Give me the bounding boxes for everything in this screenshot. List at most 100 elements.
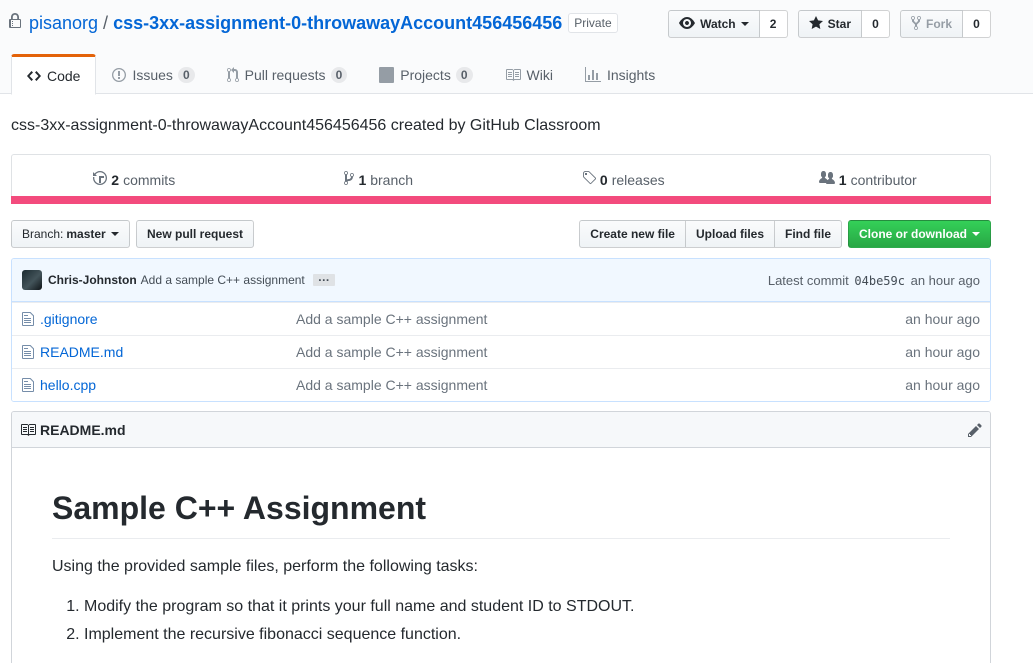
file-commit-message-link[interactable]: Add a sample C++ assignment	[296, 377, 487, 393]
commit-author-link[interactable]: Chris-Johnston	[48, 273, 137, 287]
create-new-file-button[interactable]: Create new file	[579, 220, 686, 248]
repo-title: pisanorg / css-3xx-assignment-0-throwawa…	[9, 11, 618, 35]
tab-label: Wiki	[526, 67, 553, 83]
readme-intro: Using the provided sample files, perform…	[52, 558, 478, 575]
fork-icon	[910, 15, 921, 34]
path-separator: /	[103, 12, 109, 33]
file-icon	[22, 311, 38, 327]
lock-icon	[9, 13, 23, 33]
tab-label: Code	[47, 67, 81, 84]
file-age: an hour ago	[905, 344, 980, 360]
readme-panel: README.md Sample C++ Assignment Using th…	[11, 411, 991, 663]
commits-label: commits	[123, 171, 176, 188]
fork-button[interactable]: Fork	[899, 10, 963, 38]
file-icon	[22, 344, 38, 360]
language-bar[interactable]	[11, 196, 991, 204]
star-button[interactable]: Star	[797, 10, 862, 38]
branch-name: master	[66, 227, 106, 241]
commits-count: 2	[111, 171, 120, 188]
tab-label: Issues	[132, 67, 173, 83]
watch-label: Watch	[700, 17, 736, 31]
releases-count: 0	[599, 171, 608, 188]
clone-label: Clone or download	[859, 227, 967, 241]
repo-header: pisanorg / css-3xx-assignment-0-throwawa…	[0, 0, 1033, 95]
projects-counter: 0	[455, 67, 473, 83]
task-list: Modify the program so that it prints you…	[52, 595, 950, 647]
fork-count[interactable]: 0	[963, 10, 991, 38]
pull-request-icon	[226, 67, 239, 83]
watch-button[interactable]: Watch	[668, 10, 760, 38]
repo-nav: Code Issues 0 Pull requests 0 Projects 0…	[11, 54, 671, 95]
file-button-group: Create new file Upload files Find file	[579, 220, 842, 248]
private-label: Private	[568, 13, 618, 33]
readme-content: Sample C++ Assignment Using the provided…	[12, 448, 990, 647]
people-icon	[818, 170, 835, 189]
table-row: .gitignore Add a sample C++ assignment a…	[12, 302, 990, 335]
tab-issues[interactable]: Issues 0	[96, 54, 210, 94]
branches-count: 1	[358, 171, 367, 188]
branch-select-button[interactable]: Branch: master	[11, 220, 130, 248]
issues-counter: 0	[177, 67, 195, 83]
file-name-link[interactable]: .gitignore	[40, 311, 296, 327]
file-name-link[interactable]: README.md	[40, 344, 296, 360]
upload-files-button[interactable]: Upload files	[684, 220, 775, 248]
tab-wiki[interactable]: Wiki	[489, 54, 569, 94]
star-count[interactable]: 0	[861, 10, 890, 38]
file-navigation: Branch: master New pull request Create n…	[11, 220, 991, 248]
branch-icon	[344, 170, 355, 189]
tab-projects[interactable]: Projects 0	[363, 54, 488, 94]
watch-count[interactable]: 2	[759, 10, 788, 38]
file-age: an hour ago	[905, 311, 980, 327]
tab-code[interactable]: Code	[11, 54, 97, 95]
tab-insights[interactable]: Insights	[569, 54, 671, 94]
list-item: Implement the recursive fibonacci sequen…	[84, 623, 950, 647]
file-age: an hour ago	[905, 377, 980, 393]
file-commit-message-link[interactable]: Add a sample C++ assignment	[296, 344, 487, 360]
repo-owner-link[interactable]: pisanorg	[29, 13, 98, 34]
issue-icon	[112, 67, 127, 83]
tag-icon	[582, 170, 596, 189]
file-actions: Create new file Upload files Find file C…	[579, 220, 991, 248]
repo-name-link[interactable]: css-3xx-assignment-0-throwawayAccount456…	[113, 13, 562, 34]
latest-commit-info: Latest commit 04be59c an hour ago	[768, 273, 980, 288]
branch-prefix: Branch:	[22, 227, 64, 241]
table-row: hello.cpp Add a sample C++ assignment an…	[12, 368, 990, 401]
book-icon	[20, 422, 36, 438]
readme-filename: README.md	[40, 421, 126, 438]
file-name-link[interactable]: hello.cpp	[40, 377, 296, 393]
star-label: Star	[827, 17, 851, 31]
contributors-count: 1	[838, 171, 847, 188]
tab-label: Insights	[606, 67, 656, 83]
pull-requests-counter: 0	[330, 67, 348, 83]
repo-actions: Watch 2 Star 0 Fork 0	[668, 10, 991, 38]
commit-sha-link[interactable]: 04be59c	[854, 274, 905, 288]
find-file-button[interactable]: Find file	[774, 220, 842, 248]
fork-group: Fork 0	[899, 10, 991, 38]
releases-label: releases	[611, 171, 665, 188]
graph-icon	[584, 67, 601, 83]
readme-heading: Sample C++ Assignment	[52, 488, 950, 539]
pencil-icon[interactable]	[968, 422, 982, 441]
readme-header: README.md	[12, 412, 990, 448]
project-icon	[379, 67, 395, 83]
avatar[interactable]	[22, 270, 42, 290]
new-pull-request-button[interactable]: New pull request	[136, 220, 255, 248]
clone-or-download-button[interactable]: Clone or download	[848, 220, 991, 248]
commit-expand-button[interactable]: …	[312, 271, 335, 286]
branches-label: branch	[370, 171, 414, 188]
tab-label: Projects	[400, 67, 451, 83]
star-group: Star 0	[797, 10, 890, 38]
tab-pull-requests[interactable]: Pull requests 0	[211, 54, 364, 94]
file-commit-message-link[interactable]: Add a sample C++ assignment	[296, 311, 487, 327]
caret-down-icon	[972, 232, 980, 236]
contributors-label: contributor	[850, 171, 917, 188]
repo-description: css-3xx-assignment-0-throwawayAccount456…	[11, 117, 601, 134]
code-icon	[27, 68, 41, 84]
caret-down-icon	[740, 22, 749, 26]
table-row: README.md Add a sample C++ assignment an…	[12, 335, 990, 368]
book-icon	[505, 67, 521, 83]
eye-icon	[679, 15, 696, 34]
latest-commit-age: an hour ago	[910, 272, 980, 288]
watch-group: Watch 2	[668, 10, 788, 38]
commit-message-link[interactable]: Add a sample C++ assignment	[141, 273, 305, 287]
